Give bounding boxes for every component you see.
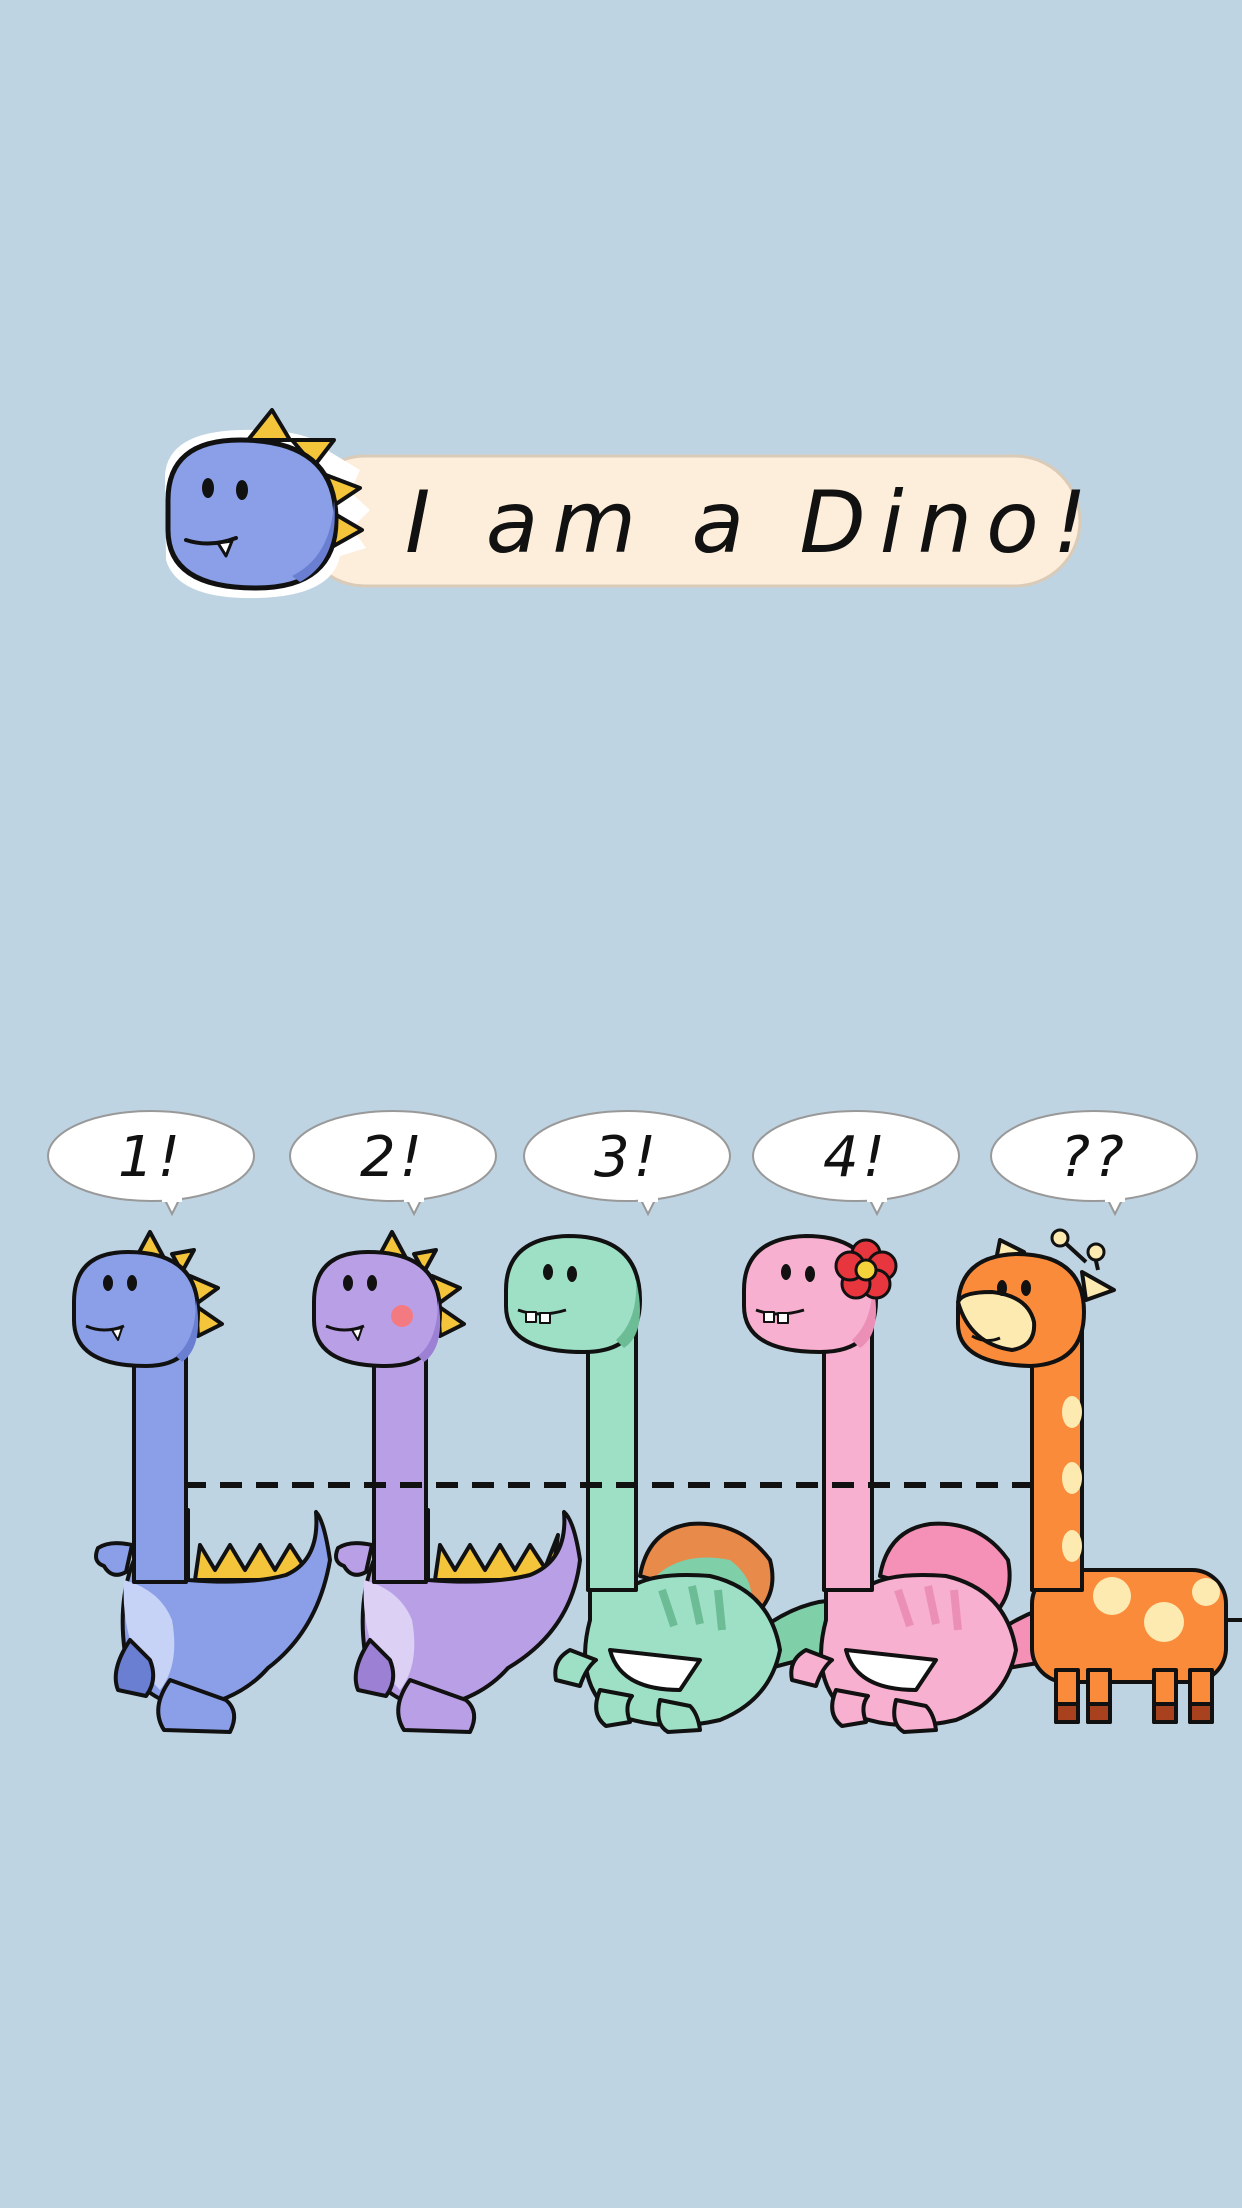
- bubble-text-5: ??: [1060, 1125, 1127, 1190]
- speech-bubble-5: ??: [990, 1110, 1198, 1217]
- bubble-text-3: 3!: [594, 1125, 660, 1190]
- speech-bubble-2: 2!: [289, 1110, 497, 1217]
- bubble-text-4: 4!: [823, 1125, 889, 1190]
- speech-bubble-1: 1!: [47, 1110, 255, 1217]
- speech-bubble-4: 4!: [752, 1110, 960, 1217]
- bubble-text-2: 2!: [360, 1125, 426, 1190]
- speech-bubble-3: 3!: [523, 1110, 731, 1217]
- title-banner: I am a Dino!: [165, 408, 1101, 599]
- title-text: I am a Dino!: [405, 473, 1101, 573]
- bubble-text-1: 1!: [118, 1125, 184, 1190]
- wallpaper-scene: I am a Dino! 1! 2! 3! 4! ??: [47, 408, 1242, 1734]
